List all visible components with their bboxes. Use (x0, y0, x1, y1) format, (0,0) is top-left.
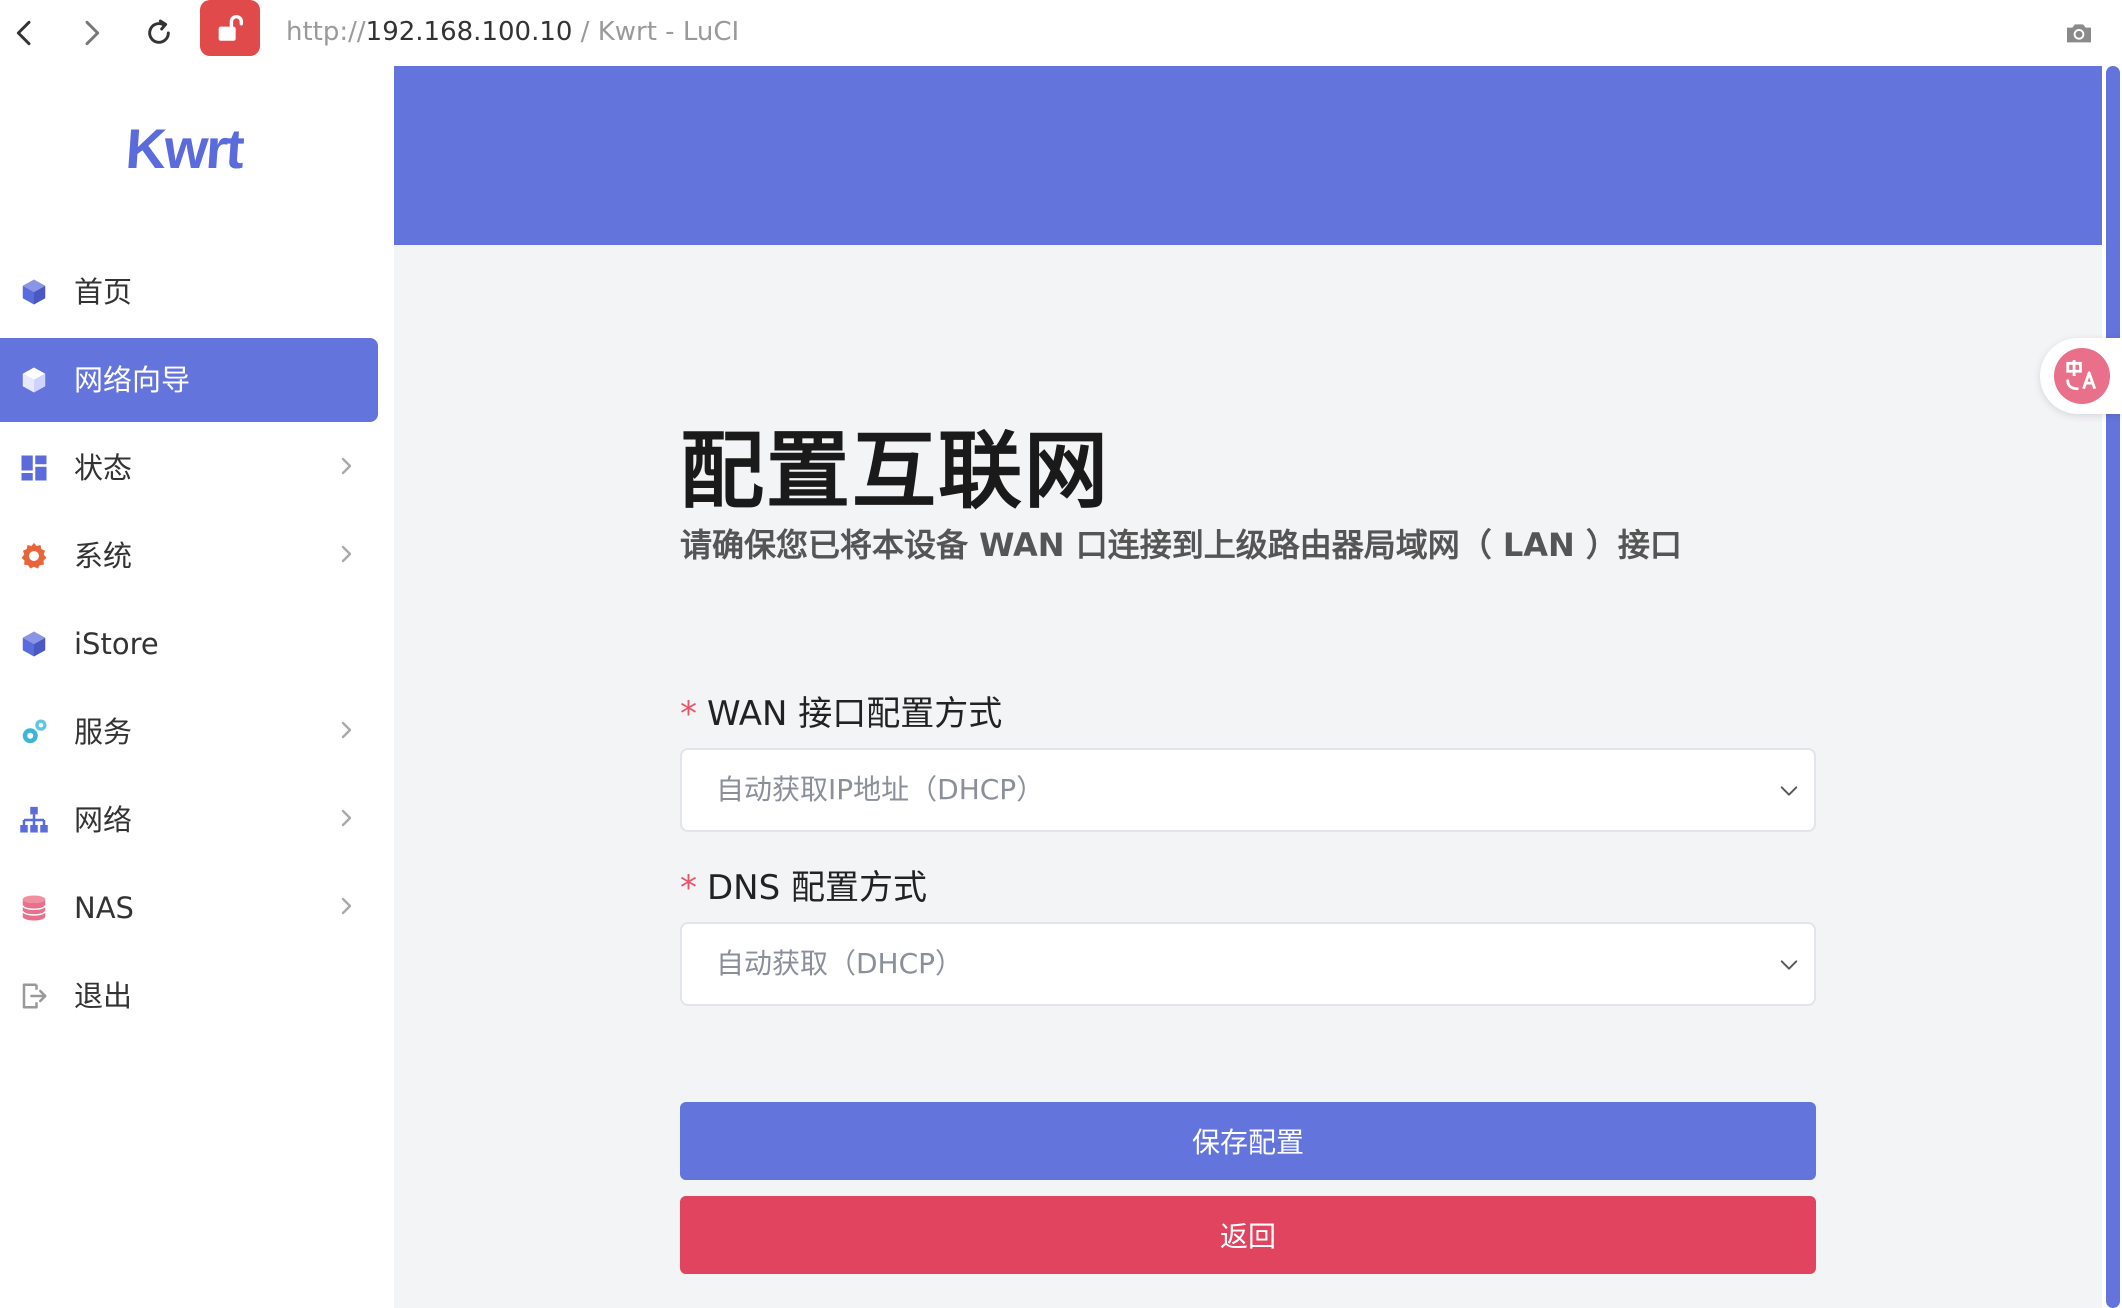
chevron-down-icon (1780, 786, 1798, 796)
page-title: 配置互联网 (680, 422, 1111, 520)
sidebar-item-network[interactable]: 网络 (0, 778, 394, 862)
sidebar-menu: 首页 网络向导 状态 系统 iStore 服务 网络 NAS 退出 (0, 250, 394, 1042)
cube-icon (18, 364, 50, 396)
translate-icon (2054, 348, 2110, 404)
wan-config-value: 自动获取IP地址（DHCP） (716, 773, 1045, 806)
dns-config-label-text: DNS 配置方式 (707, 868, 928, 908)
chevron-right-icon (341, 809, 352, 827)
cube-icon (18, 276, 50, 308)
forward-arrow-icon[interactable] (66, 8, 116, 58)
sidebar-item-label: 系统 (74, 539, 133, 573)
chevron-right-icon (341, 457, 352, 475)
sidebar-item-label: 服务 (74, 715, 133, 749)
page-tab-title: / Kwrt - LuCI (572, 17, 740, 47)
dns-config-label: * DNS 配置方式 (680, 860, 927, 909)
sidebar-item-label: 网络 (74, 803, 133, 837)
unlocked-padlock-icon[interactable] (200, 0, 260, 56)
camera-icon[interactable] (2056, 10, 2102, 56)
sidebar-item-network-wizard[interactable]: 网络向导 (0, 338, 378, 422)
chevron-right-icon (341, 897, 352, 915)
database-icon (18, 892, 50, 924)
sidebar-item-logout[interactable]: 退出 (0, 954, 394, 1038)
sidebar-item-label: 网络向导 (74, 363, 191, 397)
wan-config-label: * WAN 接口配置方式 (680, 686, 1002, 735)
main-header-band (394, 66, 2102, 245)
sidebar-item-system[interactable]: 系统 (0, 514, 394, 598)
url-scheme: http:// (286, 17, 366, 47)
required-mark: * (680, 868, 697, 908)
chevron-right-icon (341, 545, 352, 563)
save-config-button[interactable]: 保存配置 (680, 1102, 1816, 1180)
reload-icon[interactable] (134, 8, 184, 58)
sidebar-item-label: 退出 (74, 979, 133, 1013)
browser-toolbar: http://192.168.100.10 / Kwrt - LuCI (0, 0, 2122, 66)
chevron-right-icon (341, 721, 352, 739)
dashboard-icon (18, 452, 50, 484)
scrollbar-thumb[interactable] (2106, 66, 2120, 1308)
wan-config-select[interactable]: 自动获取IP地址（DHCP） (680, 748, 1816, 832)
kwrt-logo[interactable]: Kwrt (124, 116, 245, 181)
sidebar-item-label: 状态 (74, 451, 133, 485)
address-bar[interactable]: http://192.168.100.10 / Kwrt - LuCI (286, 10, 739, 54)
logout-icon (18, 980, 50, 1012)
sidebar-item-label: iStore (74, 627, 159, 661)
translate-button[interactable] (2040, 338, 2122, 414)
url-host: 192.168.100.10 (365, 17, 573, 47)
dns-config-select[interactable]: 自动获取（DHCP） (680, 922, 1816, 1006)
sidebar-item-istore[interactable]: iStore (0, 602, 394, 686)
sidebar-item-label: 首页 (74, 275, 133, 309)
back-arrow-icon[interactable] (0, 8, 50, 58)
scrollbar[interactable] (2102, 66, 2122, 1308)
cube-icon (18, 628, 50, 660)
sidebar-item-label: NAS (74, 891, 134, 925)
dns-config-value: 自动获取（DHCP） (716, 947, 964, 980)
back-button[interactable]: 返回 (680, 1196, 1816, 1274)
gear-icon (18, 540, 50, 572)
network-icon (18, 804, 50, 836)
sidebar-item-services[interactable]: 服务 (0, 690, 394, 774)
sidebar-item-nas[interactable]: NAS (0, 866, 394, 950)
wan-config-label-text: WAN 接口配置方式 (707, 694, 1003, 734)
required-mark: * (680, 694, 697, 734)
page-subtitle: 请确保您已将本设备 WAN 口连接到上级路由器局域网（ LAN ）接口 (680, 526, 1682, 564)
chevron-down-icon (1780, 960, 1798, 970)
sidebar-item-status[interactable]: 状态 (0, 426, 394, 510)
sidebar: Kwrt 首页 网络向导 状态 系统 iStore 服务 网络 NAS 退出 (0, 66, 394, 1308)
gears-icon (18, 716, 50, 748)
sidebar-item-home[interactable]: 首页 (0, 250, 394, 334)
